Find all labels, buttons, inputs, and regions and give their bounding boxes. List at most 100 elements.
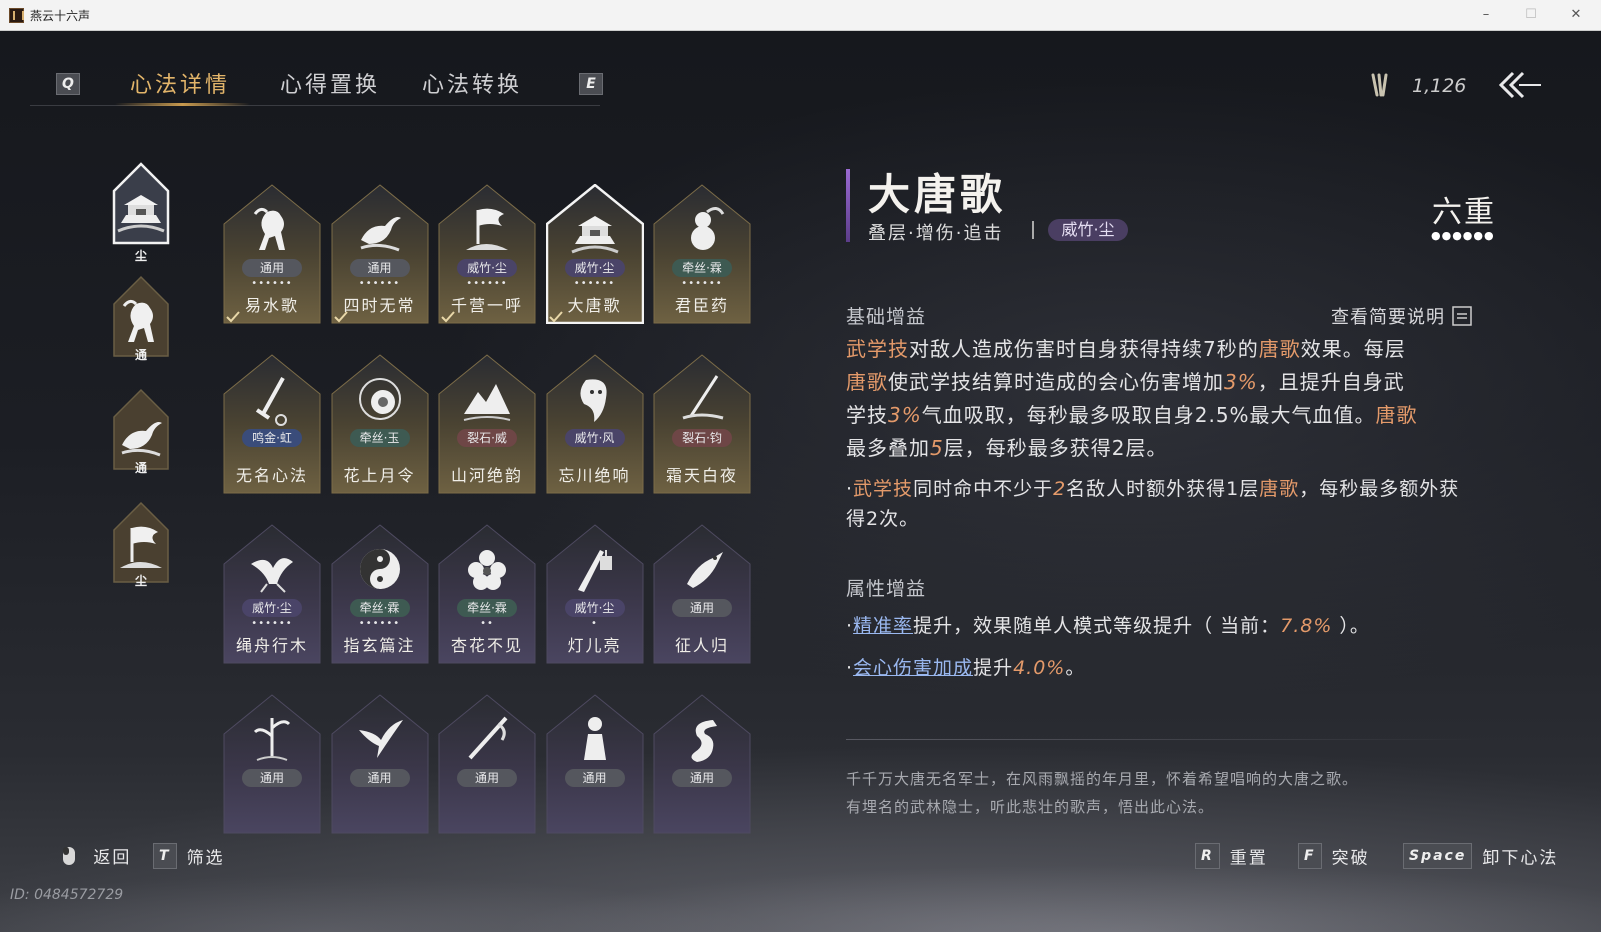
skill-sect-badge: 威竹·尘 — [1048, 219, 1128, 241]
skill-card[interactable]: 通用 — [223, 694, 321, 834]
minimize-button[interactable]: – — [1470, 5, 1502, 25]
card-rank-dots: •• — [480, 618, 494, 629]
card-name: 花上月令 — [343, 466, 416, 485]
skill-card[interactable]: 通用 •••••• 易水歌 — [223, 184, 321, 324]
card-rank-dots: •••••• — [251, 278, 293, 289]
skill-card[interactable]: 牵丝·霖 •••••• 指玄篇注 — [331, 524, 429, 664]
unequip-key: Space — [1403, 843, 1473, 869]
slot-tag: 通 — [134, 348, 147, 362]
skill-card[interactable]: 通用 •••••• 四时无常 — [331, 184, 429, 324]
unequip-hint[interactable]: Space 卸下心法 — [1403, 843, 1558, 869]
reset-hint[interactable]: R 重置 — [1195, 843, 1268, 869]
text-run: · — [846, 615, 854, 637]
card-sect-badge: 威竹·尘 — [242, 599, 302, 617]
skill-card[interactable]: 牵丝·霖 •• 杏花不见 — [438, 524, 536, 664]
card-sect-badge: 裂石·威 — [457, 429, 517, 447]
text-run: 最多叠加 — [846, 436, 930, 460]
filter-hint[interactable]: T 筛选 — [153, 843, 225, 869]
value: 7.8% — [1280, 615, 1333, 637]
card-sect-badge: 鸣金·虹 — [242, 429, 302, 447]
tab-bar: Q 心法详情 心得置换 心法转换 E — [30, 61, 603, 106]
card-rank-dots: •••••• — [358, 278, 401, 289]
view-summary-link[interactable]: 查看简要说明 — [1331, 303, 1472, 329]
skill-card[interactable]: 威竹·尘 •••••• 大唐歌 — [545, 184, 644, 324]
equipped-check-icon — [226, 311, 240, 323]
base-text-line: 最多叠加5层，每秒最多获得2层。 — [846, 432, 1496, 465]
yinyang-icon — [359, 549, 400, 589]
card-name: 征人归 — [674, 636, 729, 655]
extra-buff-text: ·武学技同时命中不少于2名敌人时额外获得1层唐歌，每秒最多额外获 得2次。 — [846, 474, 1496, 534]
card-name: 无名心法 — [235, 466, 308, 485]
back-hint[interactable]: 返回 — [62, 843, 131, 869]
equipped-slot[interactable]: 尘 — [110, 500, 172, 590]
skill-card[interactable]: 通用 — [653, 694, 751, 834]
card-rank-dots: •••••• — [681, 278, 723, 289]
blossom-icon — [468, 550, 506, 590]
feather-icon — [1371, 73, 1388, 97]
card-rank-dots: •••••• — [573, 278, 616, 289]
card-sect-badge: 牵丝·霖 — [349, 599, 410, 617]
rank-dots: ●●●●●● — [1431, 229, 1495, 242]
skill-card[interactable]: 通用 — [438, 694, 536, 834]
stat-link[interactable]: 会心伤害加成 — [853, 657, 973, 679]
keyword: 唐歌 — [1258, 337, 1301, 361]
tab-convert[interactable]: 心法转换 — [422, 67, 522, 99]
mountain-icon — [463, 384, 511, 421]
skill-rank: 六重 — [1432, 195, 1496, 230]
stat-link[interactable]: 精准率 — [853, 615, 913, 637]
tab-detail[interactable]: 心法详情 — [130, 67, 230, 99]
card-sect-badge: 威竹·尘 — [457, 259, 517, 277]
card-sect-badge: 通用 — [349, 769, 410, 787]
swallow-icon — [358, 720, 403, 758]
crow-icon — [687, 552, 723, 588]
card-name: 霜天白夜 — [665, 466, 738, 485]
skill-card[interactable]: 威竹·风 忘川绝响 — [546, 354, 644, 494]
card-sect-badge: 威竹·风 — [564, 429, 625, 447]
equipped-check-icon — [548, 311, 563, 323]
text-run: 提升 — [973, 657, 1014, 679]
keyword: 唐歌 — [1259, 478, 1300, 500]
card-sect-badge: 通用 — [672, 599, 732, 617]
back-arrow-icon[interactable] — [1497, 69, 1543, 101]
equipped-slot[interactable]: 通 — [110, 387, 172, 477]
close-button[interactable]: ✕ — [1560, 5, 1592, 25]
card-name: 杏花不见 — [450, 636, 523, 655]
equipped-slot[interactable]: 通 — [110, 274, 172, 364]
skill-card[interactable]: 鸣金·虹 无名心法 — [223, 354, 321, 494]
flag-icon — [466, 208, 508, 250]
skill-card[interactable]: 牵丝·霖 •••••• 君臣药 — [653, 184, 751, 324]
prev-tab-key[interactable]: Q — [56, 73, 80, 95]
card-sect-badge: 通用 — [349, 259, 410, 277]
text-run: ，每秒最多额外获 — [1299, 478, 1460, 500]
palace-icon — [570, 216, 619, 254]
tab-replace[interactable]: 心得置换 — [280, 67, 380, 99]
card-sect-badge: 牵丝·霖 — [672, 259, 732, 277]
maximize-button[interactable]: ☐ — [1515, 5, 1547, 25]
skill-card[interactable]: 裂石·威 山河绝韵 — [438, 354, 536, 494]
app-logo-icon — [9, 8, 24, 23]
skill-card[interactable]: 通用 征人归 — [653, 524, 751, 664]
card-sect-badge: 通用 — [672, 769, 732, 787]
next-tab-key[interactable]: E — [579, 73, 603, 95]
skill-card[interactable]: 牵丝·玉 花上月令 — [331, 354, 429, 494]
skill-card[interactable]: 通用 — [331, 694, 429, 834]
equipped-slot[interactable]: 尘 — [110, 161, 172, 263]
skill-card[interactable]: 威竹·尘 •••••• 绳舟行木 — [223, 524, 321, 664]
card-sect-badge: 通用 — [564, 769, 625, 787]
card-sect-badge: 牵丝·霖 — [457, 599, 517, 617]
keyword: 武学技 — [853, 478, 914, 500]
mouse-icon — [63, 846, 75, 865]
keyword: 唐歌 — [846, 370, 888, 394]
title-accent-bar — [846, 169, 850, 242]
skill-card[interactable]: 通用 — [546, 694, 644, 834]
skill-card[interactable]: 威竹·尘 •••••• 千营一呼 — [438, 184, 536, 324]
skill-card[interactable]: 威竹·尘 • 灯儿亮 — [546, 524, 644, 664]
flower-ring-icon — [358, 378, 401, 420]
lore-line: 有埋名的武林隐士，听此悲壮的歌声，悟出此心法。 — [846, 798, 1215, 816]
breakthrough-hint[interactable]: F 突破 — [1298, 843, 1370, 869]
attribute-buff-title: 属性增益 — [846, 578, 927, 600]
filter-key: T — [153, 843, 177, 869]
card-rank-dots: •••••• — [358, 618, 401, 629]
attribute-line: ·会心伤害加成提升4.0%。 — [846, 647, 1496, 689]
skill-card[interactable]: 裂石·钧 霜天白夜 — [653, 354, 751, 494]
